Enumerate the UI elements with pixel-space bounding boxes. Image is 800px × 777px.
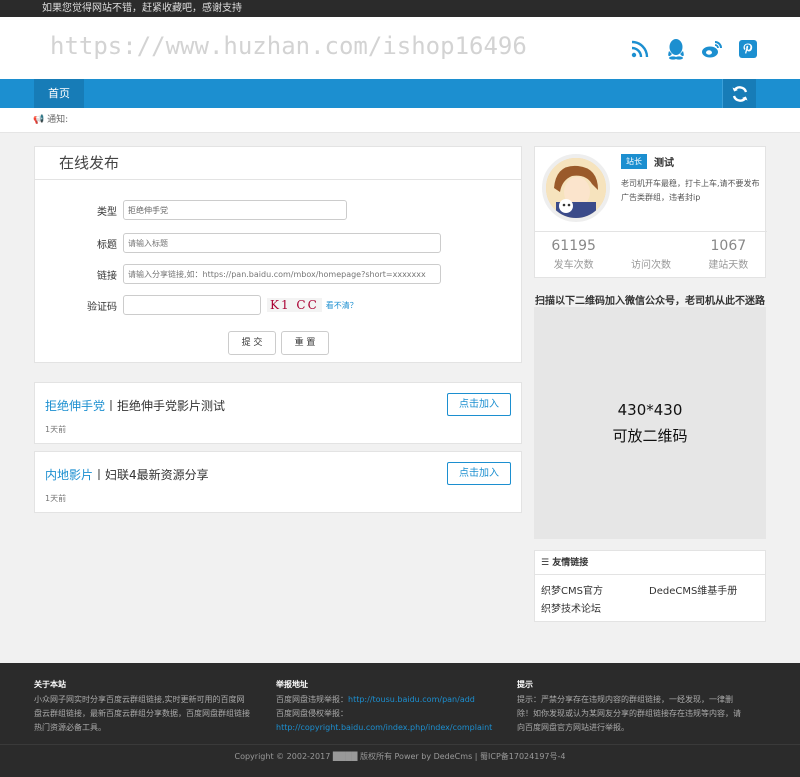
footer-about: 关于本站 小众网子网实时分享百度云群组链接,实时更新可用的百度网盘云群组链接，最… [34,678,252,735]
item-category-suffix: 丨 [105,399,118,413]
item-time: 1天前 [45,425,67,434]
stat-item: 1067 建站天数 [690,232,767,279]
watermark-text: https://www.huzhan.com/ishop16496 [50,32,527,60]
report-label: 百度网盘侵权举报： [276,709,348,718]
qq-icon[interactable] [664,37,688,61]
captcha-input[interactable] [123,295,261,315]
stat-value: 1067 [710,238,747,254]
item-category-suffix: 丨 [93,468,106,482]
profile-card: 站长 测试 老司机开车最稳，打卡上车,请不要发布广告类群组，违者封ip 6119… [534,146,767,279]
notice-bar: 📢 通知: [0,108,800,133]
weibo-icon[interactable] [700,37,724,61]
item-title[interactable]: 拒绝伸手党影片测试 [117,399,225,413]
top-announcement-text: 如果您觉得网站不错，赶紧收藏吧，感谢支持 [42,3,242,14]
join-button[interactable]: 点击加入 [447,462,511,485]
refresh-icon [732,85,747,102]
friend-links-title: 友情链接 [552,558,589,568]
menu-icon: ☰ [541,558,553,568]
form-title: 在线发布 [35,147,521,180]
report-label: 百度网盘违规举报： [276,695,348,704]
nav-home[interactable]: 首页 [34,79,84,108]
site-footer: 关于本站 小众网子网实时分享百度云群组链接,实时更新可用的百度网盘云群组链接，最… [0,663,800,777]
role-badge: 站长 [621,154,647,169]
item-category[interactable]: 内地影片 [45,468,93,482]
qr-caption: 可放二维码 [612,427,688,445]
friend-link[interactable]: 织梦CMS官方 [541,582,603,597]
stat-label: 发车次数 [553,260,594,271]
stat-label: 建站天数 [708,260,749,271]
profile-name: 测试 [654,158,674,169]
footer-about-text: 小众网子网实时分享百度云群组链接,实时更新可用的百度网盘云群组链接，最新百度云群… [34,695,250,732]
report-link[interactable]: http://tousu.baidu.com/pan/add [348,695,475,704]
friend-links-header: ☰ 友情链接 [535,551,765,575]
pinterest-icon[interactable] [736,37,760,61]
list-item: 内地影片丨妇联4最新资源分享 1天前 点击加入 [34,451,522,513]
footer-tip-text: 提示：严禁分享存在违规内容的群组链接，一经发现，一律删除！如你发现或认为某网友分… [517,695,741,732]
captcha-refresh-link[interactable]: 看不清？ [326,300,358,311]
friend-link[interactable]: DedeCMS维基手册 [649,582,737,597]
friend-link[interactable]: 织梦技术论坛 [541,600,601,615]
link-label: 链接 [97,270,117,282]
item-title[interactable]: 妇联4最新资源分享 [105,468,209,482]
stat-value: 61195 [551,238,596,254]
link-input[interactable] [123,264,441,284]
report-link[interactable]: http://copyright.baidu.com/index.php/ind… [276,723,492,732]
qr-title: 扫描以下二维码加入微信公众号，老司机从此不迷路 [535,296,765,307]
title-input[interactable] [123,233,441,253]
type-select[interactable] [123,200,347,220]
submit-button[interactable]: 提 交 [228,331,276,355]
captcha-row: 验证码 K1 CC 看不清？ [35,295,358,315]
social-links [628,37,760,61]
item-title-line: 内地影片丨妇联4最新资源分享 [45,466,209,483]
footer-about-title: 关于本站 [34,680,66,689]
item-category[interactable]: 拒绝伸手党 [45,399,105,413]
qr-size: 430*430 [617,401,683,419]
type-row: 类型 [35,200,347,220]
footer-tip: 提示 提示：严禁分享存在违规内容的群组链接，一经发现，一律删除！如你发现或认为某… [517,678,747,735]
type-label: 类型 [97,206,117,218]
captcha-label: 验证码 [87,301,117,313]
refresh-button[interactable] [722,79,756,108]
notice-label: 通知: [47,115,69,125]
rss-icon[interactable] [628,37,652,61]
top-announcement-bar: 如果您觉得网站不错，赶紧收藏吧，感谢支持 [0,0,800,17]
title-row: 标题 [35,233,441,253]
list-item: 拒绝伸手党丨拒绝伸手党影片测试 1天前 点击加入 [34,382,522,444]
avatar [542,154,610,222]
captcha-image[interactable]: K1 CC [267,298,322,312]
footer-report-title: 举报地址 [276,680,308,689]
publish-form-panel: 在线发布 类型 标题 链接 验证码 K1 CC 看不清？ 提 交 重 置 [34,146,522,363]
stat-label: 访问次数 [630,260,671,271]
item-time: 1天前 [45,494,67,503]
title-label: 标题 [97,239,117,251]
stat-item: 61195 发车次数 [535,232,612,279]
reset-button[interactable]: 重 置 [281,331,329,355]
stat-value [612,238,689,256]
profile-description: 老司机开车最稳，打卡上车,请不要发布广告类群组，违者封ip [621,179,760,202]
megaphone-icon: 📢 [33,115,45,125]
footer-report: 举报地址 百度网盘违规举报：http://tousu.baidu.com/pan… [276,678,494,735]
main-nav: 首页 [0,79,800,108]
footer-tip-title: 提示 [517,680,533,689]
join-button[interactable]: 点击加入 [447,393,511,416]
stat-item: 访问次数 [612,232,689,279]
link-row: 链接 [35,264,441,284]
copyright: Copyright © 2002-2017 ████ 版权所有 Power by… [0,744,800,762]
item-title-line: 拒绝伸手党丨拒绝伸手党影片测试 [45,397,225,414]
friend-links-panel: ☰ 友情链接 织梦CMS官方 DedeCMS维基手册 织梦技术论坛 [534,550,766,622]
profile-stats: 61195 发车次数 访问次数 1067 建站天数 [535,231,767,279]
qr-placeholder: 430*430 可放二维码 [534,307,766,539]
